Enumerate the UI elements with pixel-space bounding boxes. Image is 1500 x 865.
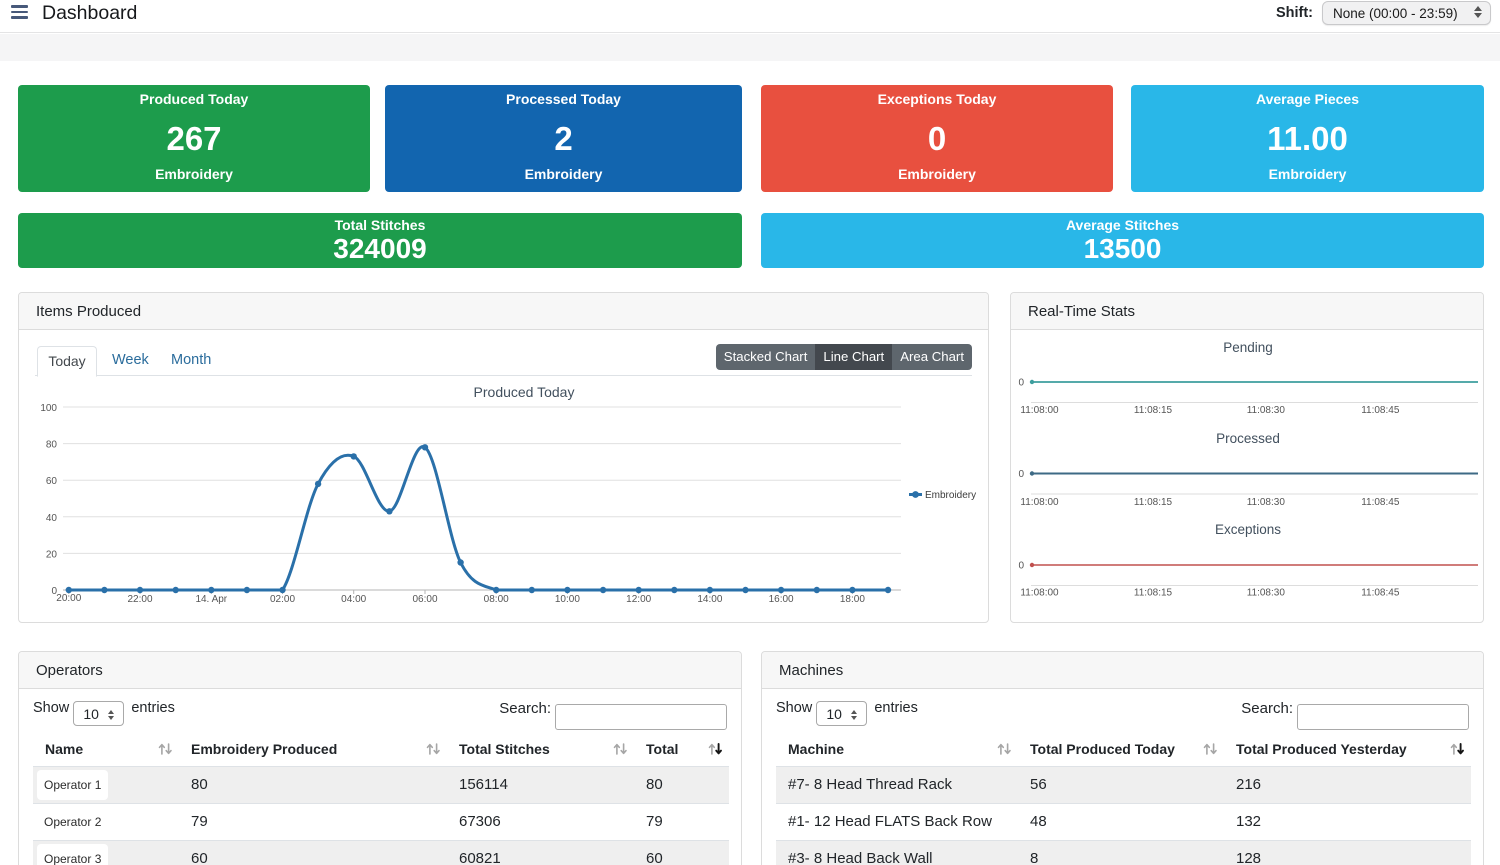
svg-text:0: 0 <box>1018 469 1024 480</box>
svg-text:11:08:45: 11:08:45 <box>1361 497 1400 508</box>
svg-text:11:08:15: 11:08:15 <box>1134 405 1173 416</box>
svg-text:11:08:00: 11:08:00 <box>1020 497 1059 508</box>
svg-text:Processed: Processed <box>1216 431 1280 446</box>
svg-text:10:00: 10:00 <box>555 594 580 605</box>
svg-text:0: 0 <box>1018 561 1024 572</box>
svg-text:Pending: Pending <box>1223 340 1273 355</box>
svg-text:12:00: 12:00 <box>626 594 651 605</box>
svg-text:11:08:45: 11:08:45 <box>1361 405 1400 416</box>
svg-text:11:08:30: 11:08:30 <box>1247 405 1286 416</box>
svg-text:18:00: 18:00 <box>840 594 865 605</box>
svg-text:14:00: 14:00 <box>697 594 722 605</box>
svg-text:Embroidery: Embroidery <box>925 490 976 501</box>
svg-text:11:08:30: 11:08:30 <box>1247 588 1286 599</box>
svg-text:0: 0 <box>1018 378 1024 389</box>
svg-text:20: 20 <box>46 549 58 560</box>
svg-text:11:08:45: 11:08:45 <box>1361 588 1400 599</box>
svg-text:40: 40 <box>46 513 58 524</box>
svg-text:80: 80 <box>46 440 58 451</box>
svg-text:06:00: 06:00 <box>412 594 437 605</box>
svg-text:Exceptions: Exceptions <box>1215 522 1281 537</box>
svg-text:Produced Today: Produced Today <box>474 384 575 400</box>
svg-text:60: 60 <box>46 476 58 487</box>
svg-text:11:08:15: 11:08:15 <box>1134 497 1173 508</box>
svg-text:22:00: 22:00 <box>127 594 152 605</box>
svg-text:11:08:30: 11:08:30 <box>1247 497 1286 508</box>
svg-text:04:00: 04:00 <box>341 594 366 605</box>
svg-text:11:08:15: 11:08:15 <box>1134 588 1173 599</box>
svg-text:08:00: 08:00 <box>484 594 509 605</box>
svg-text:16:00: 16:00 <box>769 594 794 605</box>
svg-text:14. Apr: 14. Apr <box>195 594 227 605</box>
svg-text:100: 100 <box>40 403 57 414</box>
svg-text:02:00: 02:00 <box>270 594 295 605</box>
svg-text:11:08:00: 11:08:00 <box>1020 405 1059 416</box>
svg-text:11:08:00: 11:08:00 <box>1020 588 1059 599</box>
svg-text:20:00: 20:00 <box>56 593 81 604</box>
